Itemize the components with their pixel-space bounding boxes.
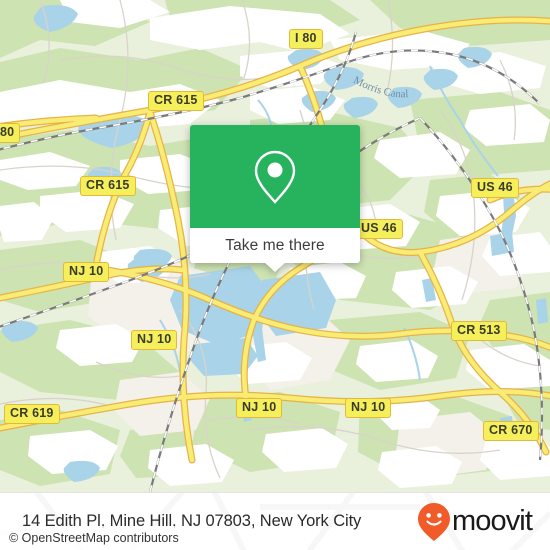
take-me-there-button[interactable]: Take me there [225,237,325,255]
road-shield: NJ 10 [63,262,110,282]
road-shield: CR 670 [483,421,539,441]
road-shield: NJ 10 [236,398,283,418]
moovit-smiley-pin-icon [417,502,450,541]
map-screenshot: Morris Canal I 80 80 CR 615 CR 615 US 46 US 4… [0,0,550,550]
road-shield: I 80 [289,29,323,49]
popup-footer[interactable]: Take me there [190,228,360,272]
moovit-wordmark: moovit [451,505,533,537]
road-shield: US 46 [355,219,403,239]
location-popup[interactable]: Take me there [190,125,360,272]
road-shield: CR 619 [4,404,60,424]
popup-header [190,125,360,228]
road-shield: NJ 10 [131,330,178,350]
moovit-logo[interactable]: moovit [417,502,536,542]
road-shield: 80 [0,123,21,143]
map-pin-icon [254,150,296,204]
road-shield: US 46 [471,178,519,198]
road-shield: CR 615 [148,91,204,111]
osm-attribution[interactable]: © OpenStreetMap contributors [0,526,191,550]
road-shield: CR 513 [451,321,507,341]
road-shield: CR 615 [80,176,136,196]
popup-tail [264,262,286,272]
road-shield: NJ 10 [345,398,392,418]
